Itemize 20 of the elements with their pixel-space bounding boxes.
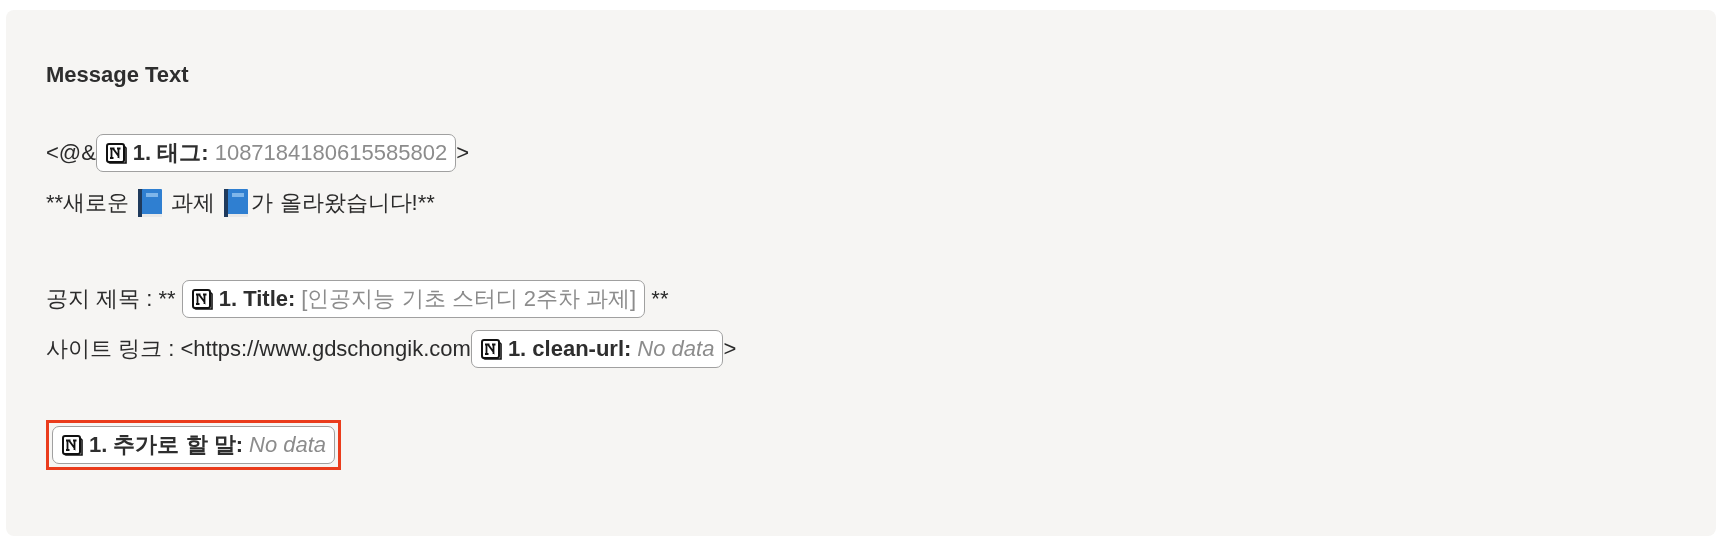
field-label: Message Text bbox=[46, 62, 190, 88]
variable-pill[interactable]: 1. clean-url: No data bbox=[470, 330, 724, 368]
book-icon bbox=[137, 188, 164, 218]
logo-icon bbox=[61, 434, 83, 456]
message-text: 사이트 링크 : <https://www.gdschongik.com bbox=[46, 335, 471, 363]
message-text: **새로운 bbox=[46, 189, 131, 217]
message-text: 공지 제목 : ** bbox=[46, 285, 177, 313]
logo-icon bbox=[104, 142, 127, 164]
message-text: 과제 bbox=[170, 189, 217, 217]
variable-pill[interactable]: 1. 추가로 할 말: No data bbox=[52, 426, 336, 464]
logo-icon bbox=[190, 288, 213, 310]
message-text: ** bbox=[650, 286, 669, 312]
message-text: > bbox=[456, 140, 469, 166]
message-text: <@& bbox=[46, 140, 96, 166]
logo-icon bbox=[479, 338, 502, 360]
variable-pill[interactable]: 1. Title: [인공지능 기초 스터디 2주차 과제] bbox=[181, 280, 646, 318]
book-icon bbox=[223, 188, 250, 218]
message-text: 가 올라왔습니다!** bbox=[251, 189, 435, 217]
variable-pill[interactable]: 1. 태그: 1087184180615585802 bbox=[95, 134, 457, 172]
message-text: > bbox=[723, 336, 737, 362]
